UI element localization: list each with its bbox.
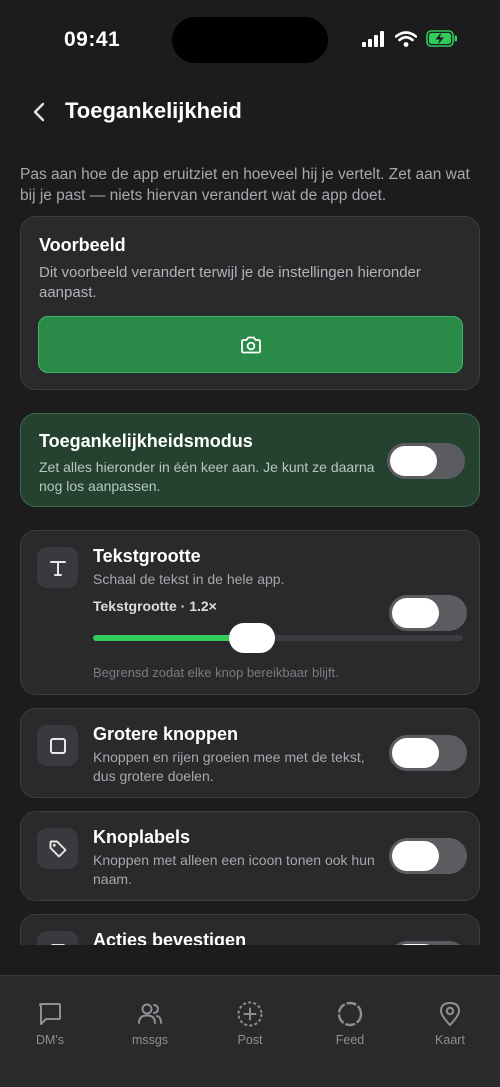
intro-text: Pas aan hoe de app eruitziet en hoeveel … bbox=[20, 166, 470, 204]
tab-mssgs[interactable]: mssgs bbox=[110, 1000, 190, 1047]
circle-icon bbox=[337, 1001, 363, 1027]
status-bar: 09:41 bbox=[0, 0, 500, 80]
status-time: 09:41 bbox=[64, 28, 121, 51]
text-size-icon-box bbox=[37, 547, 78, 588]
tab-feed[interactable]: Feed bbox=[310, 1000, 390, 1047]
confirm-icon bbox=[49, 943, 66, 945]
larger-buttons-title: Grotere knoppen bbox=[93, 724, 239, 744]
accessibility-mode-toggle[interactable] bbox=[387, 443, 465, 479]
confirm-actions-card: Acties bevestigen bbox=[20, 914, 480, 945]
slider-thumb[interactable] bbox=[229, 623, 276, 653]
preview-card: Voorbeeld Dit voorbeeld verandert terwij… bbox=[20, 216, 480, 390]
preview-description: Dit voorbeeld verandert terwijl je de in… bbox=[39, 264, 421, 301]
text-size-slider[interactable] bbox=[93, 623, 463, 653]
camera-icon bbox=[240, 336, 261, 353]
toggle-knob bbox=[392, 738, 439, 768]
larger-buttons-toggle[interactable] bbox=[389, 735, 467, 771]
button-labels-title: Knoplabels bbox=[93, 827, 191, 847]
tag-icon bbox=[49, 840, 66, 857]
button-labels-icon-box bbox=[37, 828, 78, 869]
chevron-left-icon bbox=[33, 102, 45, 122]
button-labels-description: Knoppen met alleen een icoon tonen ook h… bbox=[93, 852, 375, 887]
cellular-signal-icon bbox=[362, 30, 384, 47]
button-labels-toggle[interactable] bbox=[389, 838, 467, 874]
tab-label: Feed bbox=[335, 1033, 365, 1047]
tab-bar: DM's mssgs Post Feed Kaart bbox=[0, 975, 500, 1087]
button-labels-card: Knoplabels Knoppen met alleen een icoon … bbox=[20, 811, 480, 901]
people-icon bbox=[138, 1003, 162, 1024]
toggle-knob bbox=[392, 841, 439, 871]
toggle-knob bbox=[390, 446, 437, 476]
larger-buttons-card: Grotere knoppen Knoppen en rijen groeien… bbox=[20, 708, 480, 798]
tab-label: Post bbox=[237, 1033, 263, 1047]
tab-label: Kaart bbox=[435, 1033, 465, 1047]
navigation-bar: Toegankelijkheid bbox=[0, 90, 500, 134]
text-size-card: Tekstgrootte Schaal de tekst in de hele … bbox=[20, 530, 480, 695]
back-button[interactable] bbox=[28, 98, 50, 126]
settings-scroll-area[interactable]: Pas aan hoe de app eruitziet en hoeveel … bbox=[0, 160, 500, 945]
tab-label: mssgs bbox=[131, 1033, 169, 1047]
map-pin-icon bbox=[440, 1002, 460, 1026]
tab-kaart[interactable]: Kaart bbox=[410, 1000, 490, 1047]
accessibility-mode-description: Zet alles hieronder in één keer aan. Je … bbox=[39, 459, 375, 494]
status-icons bbox=[362, 30, 458, 47]
confirm-actions-toggle[interactable] bbox=[389, 941, 467, 945]
text-size-slider-label: Tekstgrootte · 1.2× bbox=[93, 598, 217, 614]
battery-charging-icon bbox=[426, 30, 457, 47]
confirm-actions-icon-box bbox=[37, 931, 78, 945]
larger-buttons-description: Knoppen en rijen groeien mee met de teks… bbox=[93, 749, 365, 784]
page-title: Toegankelijkheid bbox=[65, 98, 242, 123]
wifi-icon bbox=[395, 30, 417, 47]
toggle-knob bbox=[392, 944, 439, 945]
tab-post[interactable]: Post bbox=[210, 1000, 290, 1047]
dynamic-island bbox=[172, 17, 328, 63]
tab-dms[interactable]: DM's bbox=[10, 1000, 90, 1047]
text-size-toggle[interactable] bbox=[389, 595, 467, 631]
confirm-actions-title: Acties bevestigen bbox=[93, 930, 247, 945]
plus-circle-icon bbox=[237, 1001, 263, 1027]
text-size-note: Begrensd zodat elke knop bereikbaar blij… bbox=[93, 665, 339, 680]
accessibility-mode-card: Toegankelijkheidsmodus Zet alles hierond… bbox=[20, 413, 480, 507]
square-icon bbox=[49, 737, 66, 754]
text-size-description: Schaal de tekst in de hele app. bbox=[93, 571, 285, 587]
text-size-title: Tekstgrootte bbox=[93, 546, 201, 566]
larger-buttons-icon-box bbox=[37, 725, 78, 766]
text-icon bbox=[49, 560, 66, 576]
toggle-knob bbox=[392, 598, 439, 628]
accessibility-mode-title: Toegankelijkheidsmodus bbox=[39, 431, 253, 451]
chat-icon bbox=[39, 1003, 61, 1025]
preview-camera-button[interactable] bbox=[38, 316, 463, 373]
preview-title: Voorbeeld bbox=[39, 235, 126, 255]
tab-label: DM's bbox=[35, 1033, 65, 1047]
